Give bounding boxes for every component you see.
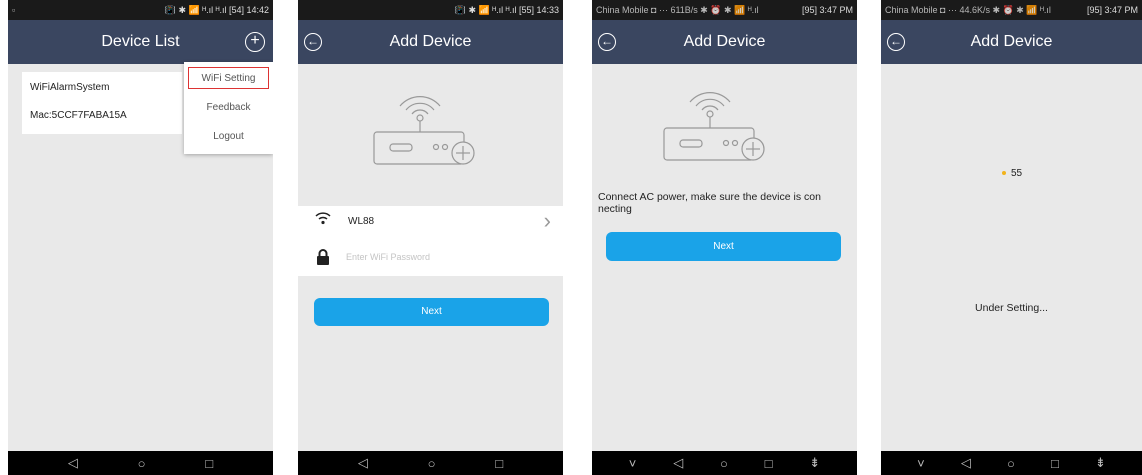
nav-bar: ˅ ◁ ○ □ ⇟ — [592, 451, 857, 475]
collapse-nav-icon[interactable]: ˅ — [917, 456, 925, 471]
lock-icon — [317, 249, 329, 265]
dropdown-menu: WiFi Setting Feedback Logout — [184, 62, 273, 154]
app-header: ← Add Device — [881, 20, 1142, 64]
status-bar-right: [95] 3:47 PM — [1086, 5, 1138, 15]
app-header: ← Add Device — [298, 20, 563, 64]
home-nav-icon[interactable]: ○ — [1007, 456, 1015, 471]
recents-nav-icon[interactable]: □ — [765, 456, 773, 471]
recents-nav-icon[interactable]: □ — [205, 456, 213, 471]
device-name: WiFiAlarmSystem — [30, 82, 110, 93]
add-device-power-screen: China Mobile ◘ ··· 611B/s ✱ ⏰ ✱ 📶 ᴴ.ıl [… — [592, 0, 857, 475]
collapse-nav-icon[interactable]: ˅ — [629, 456, 637, 471]
nav-bar: ◁ ○ □ — [298, 451, 563, 475]
menu-item-logout[interactable]: Logout — [184, 126, 273, 148]
back-nav-icon[interactable]: ◁ — [358, 455, 368, 471]
app-header: Device List + — [8, 20, 273, 64]
home-nav-icon[interactable]: ○ — [138, 456, 146, 471]
status-bar-left: ▫ — [12, 5, 16, 15]
device-list-screen: ▫ 📳 ✱ 📶 ᴴ.ıl ᴴ.ıl [54] 14:42 Device List… — [8, 0, 273, 475]
nav-bar: ˅ ◁ ○ □ ⇟ — [881, 451, 1142, 475]
status-bar-left: China Mobile ◘ ··· 611B/s ✱ ⏰ ✱ 📶 ᴴ.ıl — [596, 5, 759, 15]
wifi-form: WL88 › — [298, 206, 563, 276]
status-bar-right: 📳 ✱ 📶 ᴴ.ıl ᴴ.ıl [55] 14:33 — [454, 5, 559, 15]
back-nav-icon[interactable]: ◁ — [673, 455, 683, 471]
status-bar: ▫ 📳 ✱ 📶 ᴴ.ıl ᴴ.ıl [54] 14:42 — [8, 0, 273, 20]
router-illustration — [373, 96, 475, 165]
next-button[interactable]: Next — [314, 298, 549, 326]
home-nav-icon[interactable]: ○ — [428, 456, 436, 471]
nav-bar: ◁ ○ □ — [8, 451, 273, 475]
status-bar: 📳 ✱ 📶 ᴴ.ıl ᴴ.ıl [55] 14:33 — [298, 0, 563, 20]
recents-nav-icon[interactable]: □ — [495, 456, 503, 471]
password-field[interactable] — [346, 248, 536, 266]
status-text: Under Setting... — [975, 302, 1048, 314]
page-title: Device List — [101, 33, 180, 50]
add-icon[interactable]: + — [245, 32, 265, 52]
page-title: Add Device — [389, 33, 472, 50]
status-bar-right: [95] 3:47 PM — [801, 5, 853, 15]
home-nav-icon[interactable]: ○ — [720, 456, 728, 471]
page-title: Add Device — [970, 33, 1053, 50]
wifi-ssid[interactable]: WL88 — [348, 216, 374, 227]
instruction-text: Connect AC power, make sure the device i… — [598, 191, 821, 215]
recents-nav-icon[interactable]: □ — [1051, 456, 1059, 471]
status-bar: China Mobile ◘ ··· 611B/s ✱ ⏰ ✱ 📶 ᴴ.ıl [… — [592, 0, 857, 20]
back-nav-icon[interactable]: ◁ — [68, 455, 78, 471]
status-bar-right: 📳 ✱ 📶 ᴴ.ıl ᴴ.ıl [54] 14:42 — [164, 5, 269, 15]
progress-indicator: 55 — [1002, 168, 1022, 179]
menu-item-wifi-setting[interactable]: WiFi Setting — [188, 67, 269, 89]
notification-nav-icon[interactable]: ⇟ — [809, 455, 820, 471]
spinner-dot-icon — [1002, 171, 1006, 176]
device-mac: Mac:5CCF7FABA15A — [30, 110, 127, 121]
add-device-wifi-screen: 📳 ✱ 📶 ᴴ.ıl ᴴ.ıl [55] 14:33 ← Add Device … — [298, 0, 563, 475]
page-title: Add Device — [683, 33, 766, 50]
app-header: ← Add Device — [592, 20, 857, 64]
chevron-right-icon[interactable]: › — [544, 208, 551, 234]
progress-value: 55 — [1011, 168, 1023, 179]
status-bar-left: China Mobile ◘ ··· 44.6K/s ✱ ⏰ ✱ 📶 ᴴ.ıl — [885, 5, 1051, 15]
notification-nav-icon[interactable]: ⇟ — [1095, 455, 1106, 471]
setting-progress-screen: China Mobile ◘ ··· 44.6K/s ✱ ⏰ ✱ 📶 ᴴ.ıl … — [881, 0, 1142, 475]
status-bar: China Mobile ◘ ··· 44.6K/s ✱ ⏰ ✱ 📶 ᴴ.ıl … — [881, 0, 1142, 20]
next-button[interactable]: Next — [606, 232, 841, 261]
wifi-icon — [315, 212, 331, 225]
router-illustration — [663, 92, 765, 161]
menu-item-feedback[interactable]: Feedback — [184, 97, 273, 119]
device-list-item[interactable]: WiFiAlarmSystem Mac:5CCF7FABA15A — [22, 72, 182, 134]
back-nav-icon[interactable]: ◁ — [961, 455, 971, 471]
